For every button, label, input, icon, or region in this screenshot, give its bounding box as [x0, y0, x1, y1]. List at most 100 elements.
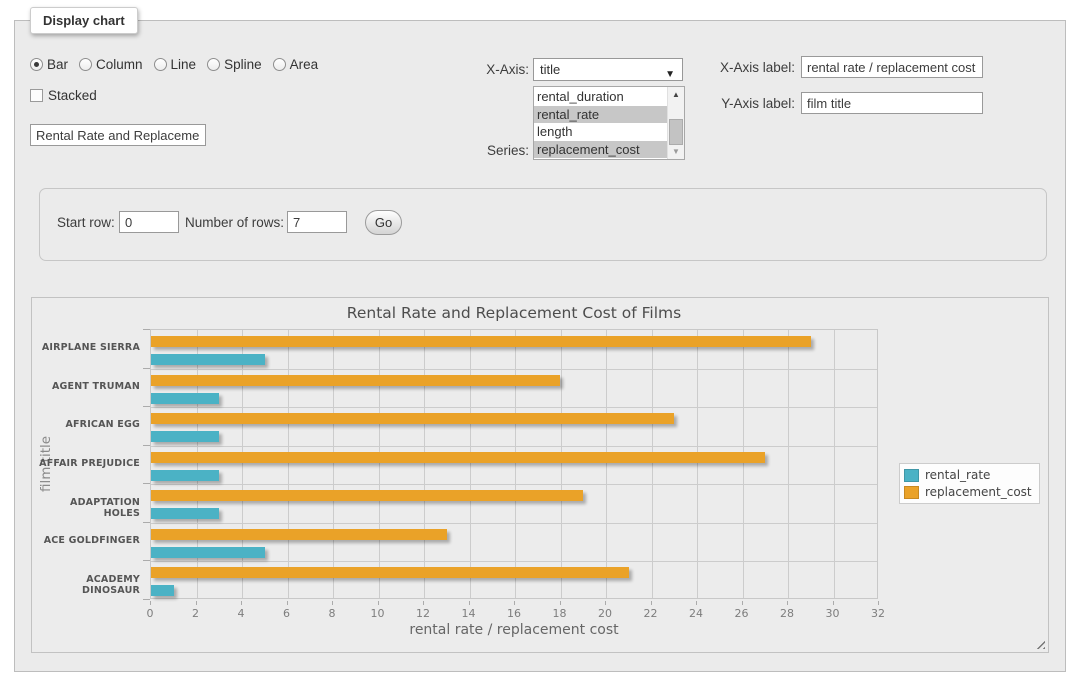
y-category-label: ACADEMY DINOSAUR [32, 574, 140, 596]
display-chart-panel: BarColumnLineSplineArea Stacked X-Axis: … [14, 20, 1066, 672]
stacked-label: Stacked [48, 88, 97, 103]
row-range-panel: Start row: Number of rows: Go [39, 188, 1047, 261]
series-scrollbar[interactable]: ▲ ▼ [667, 87, 684, 159]
x-tick-label: 24 [679, 607, 713, 620]
x-tick-label: 18 [543, 607, 577, 620]
chart-type-group: Bar Column Line Spline Area [30, 57, 318, 72]
x-tick-label: 10 [361, 607, 395, 620]
scroll-up-icon[interactable]: ▲ [668, 87, 684, 102]
series-label: Series: [455, 143, 529, 158]
y-tick-mark [143, 445, 150, 446]
x-tick-label: 32 [861, 607, 895, 620]
chart-plot-area [150, 329, 878, 599]
start-row-input[interactable] [119, 211, 179, 233]
legend-label: replacement_cost [925, 485, 1032, 499]
gridline [151, 369, 877, 370]
x-tick-mark [378, 601, 379, 605]
radio-icon [30, 58, 43, 71]
series-listbox[interactable]: rental_durationrental_ratelengthreplacem… [533, 86, 685, 160]
x-tick-mark [742, 601, 743, 605]
x-axis-select-value: title [540, 62, 560, 77]
y-axis-label-input[interactable] [801, 92, 983, 114]
x-tick-mark [514, 601, 515, 605]
gridline [151, 484, 877, 485]
y-axis-label-label: Y-Axis label: [705, 96, 795, 111]
number-of-rows-label: Number of rows: [185, 215, 284, 230]
x-tick-mark [150, 601, 151, 605]
series-option-replacement_cost[interactable]: replacement_cost [534, 141, 667, 159]
number-of-rows-input[interactable] [287, 211, 347, 233]
x-tick-mark [696, 601, 697, 605]
x-tick-label: 20 [588, 607, 622, 620]
gridline [151, 407, 877, 408]
chart-type-radio-area[interactable]: Area [273, 57, 319, 72]
series-option-length[interactable]: length [534, 123, 667, 141]
y-tick-mark [143, 329, 150, 330]
y-tick-mark [143, 599, 150, 600]
chart-type-radio-column[interactable]: Column [79, 57, 143, 72]
y-category-label: ACE GOLDFINGER [32, 535, 140, 546]
radio-icon [207, 58, 220, 71]
resize-handle-icon[interactable] [1034, 638, 1045, 649]
x-tick-mark [605, 601, 606, 605]
stacked-checkbox[interactable]: Stacked [30, 88, 97, 103]
y-category-label: AFFAIR PREJUDICE [32, 458, 140, 469]
series-option-rental_duration[interactable]: rental_duration [534, 88, 667, 106]
series-option-rental_rate[interactable]: rental_rate [534, 106, 667, 124]
chart-container: Rental Rate and Replacement Cost of Film… [31, 297, 1049, 653]
bar-replacement_cost [151, 336, 811, 347]
chart-type-radio-line[interactable]: Line [154, 57, 197, 72]
x-tick-label: 0 [133, 607, 167, 620]
chevron-down-icon: ▼ [665, 64, 675, 85]
x-tick-mark [651, 601, 652, 605]
go-button[interactable]: Go [365, 210, 402, 235]
bar-rental_rate [151, 393, 219, 404]
y-category-label: AIRPLANE SIERRA [32, 342, 140, 353]
gridline [697, 330, 698, 598]
gridline [333, 330, 334, 598]
legend-swatch-rental_rate [904, 469, 919, 482]
y-tick-mark [143, 406, 150, 407]
bar-rental_rate [151, 470, 219, 481]
radio-icon [154, 58, 167, 71]
scroll-down-icon[interactable]: ▼ [668, 144, 684, 159]
chart-type-radio-spline[interactable]: Spline [207, 57, 262, 72]
start-row-label: Start row: [57, 215, 115, 230]
legend-label: rental_rate [925, 468, 990, 482]
gridline [652, 330, 653, 598]
chart-title-input[interactable] [30, 124, 206, 146]
radio-label: Spline [224, 57, 262, 72]
x-tick-label: 2 [179, 607, 213, 620]
gridline [606, 330, 607, 598]
chart-legend: rental_rate replacement_cost [899, 463, 1040, 504]
gridline [561, 330, 562, 598]
bar-rental_rate [151, 354, 265, 365]
display-chart-legend: Display chart [30, 7, 138, 34]
series-options: rental_durationrental_ratelengthreplacem… [534, 87, 667, 159]
x-tick-label: 28 [770, 607, 804, 620]
x-tick-label: 22 [634, 607, 668, 620]
x-axis-select[interactable]: title ▼ [533, 58, 683, 81]
y-tick-mark [143, 368, 150, 369]
y-tick-mark [143, 483, 150, 484]
y-tick-mark [143, 560, 150, 561]
x-tick-label: 14 [452, 607, 486, 620]
radio-label: Column [96, 57, 143, 72]
gridline [151, 446, 877, 447]
radio-label: Bar [47, 57, 68, 72]
bar-replacement_cost [151, 452, 765, 463]
x-tick-label: 16 [497, 607, 531, 620]
x-axis-select-label: X-Axis: [455, 62, 529, 77]
gridline [151, 561, 877, 562]
legend-swatch-replacement_cost [904, 486, 919, 499]
x-tick-label: 30 [816, 607, 850, 620]
bar-replacement_cost [151, 567, 629, 578]
y-category-label: ADAPTATION HOLES [32, 497, 140, 519]
x-tick-mark [241, 601, 242, 605]
bar-replacement_cost [151, 413, 674, 424]
x-axis-label-input[interactable] [801, 56, 983, 78]
chart-type-radio-bar[interactable]: Bar [30, 57, 68, 72]
legend-item: rental_rate [904, 468, 1032, 482]
scrollbar-thumb[interactable] [669, 119, 683, 145]
x-tick-mark [469, 601, 470, 605]
